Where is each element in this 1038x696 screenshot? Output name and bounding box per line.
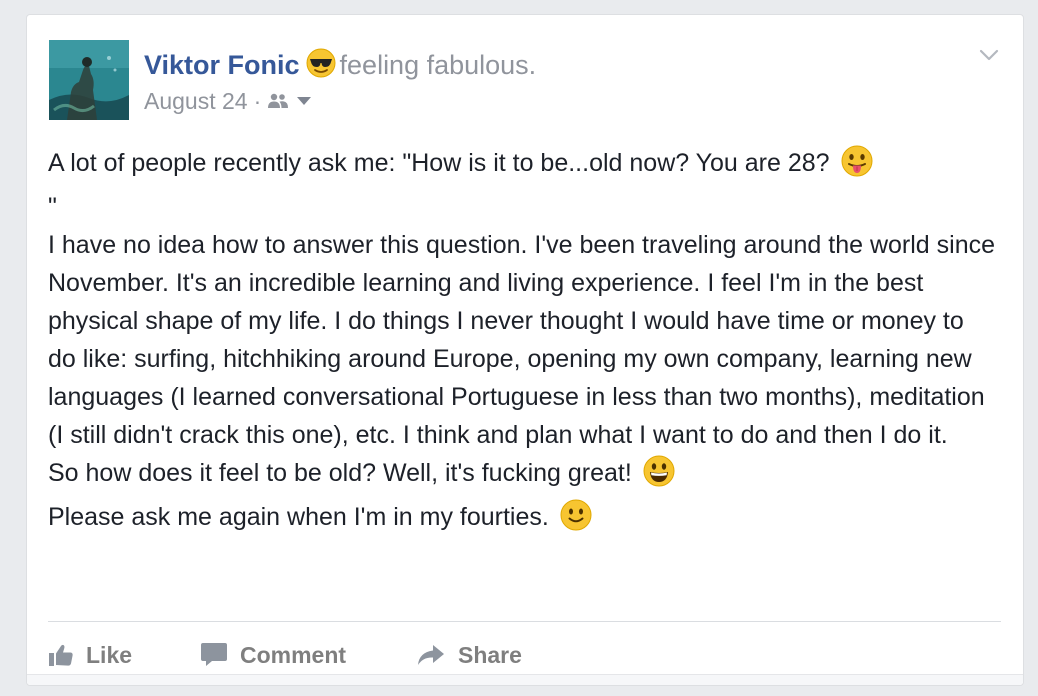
- post-options-chevron-icon[interactable]: [977, 43, 1001, 67]
- like-label: Like: [86, 641, 133, 668]
- actions-divider: [48, 621, 1001, 622]
- tongue-out-emoji-icon: [841, 145, 873, 188]
- post-line-4-text: Please ask me again when I'm in my fourt…: [48, 503, 549, 531]
- like-button[interactable]: Like: [48, 642, 200, 669]
- audience-selector[interactable]: [267, 92, 313, 110]
- share-button[interactable]: Share: [416, 642, 522, 669]
- comments-area-edge: [27, 674, 1023, 685]
- comment-label: Comment: [240, 641, 347, 668]
- share-arrow-icon: [418, 645, 444, 665]
- grinning-emoji-icon: [643, 455, 675, 498]
- friends-audience-icon: [268, 93, 289, 108]
- post-body: A lot of people recently ask me: "How is…: [48, 144, 998, 542]
- post-meta: August 24 ·: [144, 85, 313, 117]
- comment-bubble-icon: [201, 643, 227, 666]
- comment-button[interactable]: Comment: [200, 642, 416, 669]
- post-card: Viktor Fonic feeling fabulous. August 24…: [26, 14, 1024, 686]
- feeling-status: feeling fabulous.: [339, 49, 537, 80]
- thumbs-up-icon: [49, 644, 73, 666]
- post-date-link[interactable]: August 24: [144, 88, 248, 115]
- post-line-4: Please ask me again when I'm in my fourt…: [48, 498, 998, 542]
- post-line-1: A lot of people recently ask me: "How is…: [48, 144, 998, 226]
- author-name-link[interactable]: Viktor Fonic: [144, 50, 300, 81]
- share-label: Share: [458, 641, 522, 668]
- post-line-1-text: A lot of people recently ask me: "How is…: [48, 149, 830, 177]
- avatar-photo: [49, 40, 129, 120]
- author-line: Viktor Fonic feeling fabulous.: [144, 47, 536, 83]
- profile-avatar[interactable]: [49, 40, 129, 120]
- audience-dropdown-caret-icon: [297, 97, 312, 105]
- post-line-3: So how does it feel to be old? Well, it'…: [48, 454, 998, 498]
- post-line-1-tail: ": [48, 193, 57, 221]
- post-actions-bar: Like Comment Share: [48, 633, 522, 677]
- post-line-3-text: So how does it feel to be old? Well, it'…: [48, 459, 632, 487]
- sunglasses-emoji-icon: [306, 48, 336, 83]
- post-paragraph: I have no idea how to answer this questi…: [48, 231, 996, 449]
- slight-smile-emoji-icon: [560, 499, 592, 542]
- meta-separator: ·: [253, 87, 262, 114]
